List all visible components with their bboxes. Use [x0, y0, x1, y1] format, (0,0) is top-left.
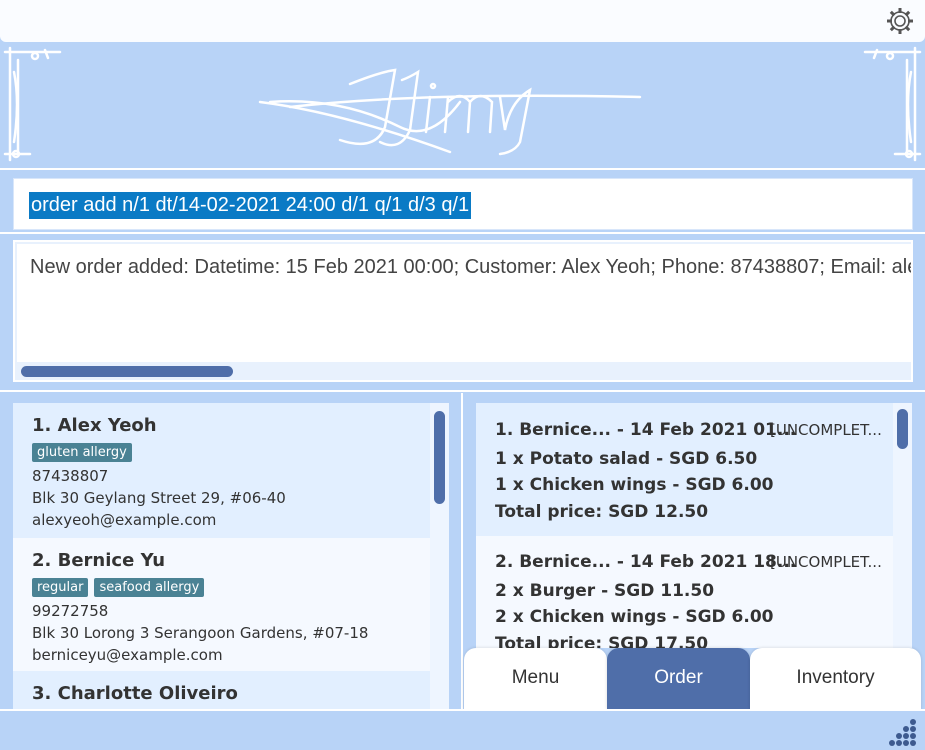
person-tags: gluten allergy — [32, 443, 132, 462]
resize-grip-icon[interactable] — [889, 716, 919, 746]
person-name: 3. Charlotte Oliveiro — [32, 683, 238, 704]
person-address: Blk 30 Geylang Street 29, #06-40 — [32, 489, 286, 507]
order-title: 2. Bernice... - 14 Feb 2021 18... — [495, 552, 797, 572]
banner-art — [3, 46, 922, 162]
tab-inventory[interactable]: Inventory — [750, 648, 921, 710]
order-list-scrollbar[interactable] — [897, 409, 908, 449]
person-name: 2. Bernice Yu — [32, 550, 166, 571]
person-tag: regular — [32, 578, 89, 597]
person-phone: 99272758 — [32, 602, 109, 620]
app-window: order add n/1 dt/14-02-2021 24:00 d/1 q/… — [0, 0, 925, 750]
order-total: Total price: SGD 12.50 — [495, 502, 709, 522]
command-area: order add n/1 dt/14-02-2021 24:00 d/1 q/… — [0, 168, 925, 234]
person-tags: regular seafood allergy — [32, 578, 205, 597]
person-phone: 87438807 — [32, 467, 109, 485]
person-card[interactable]: 2. Bernice Yu regular seafood allergy 99… — [13, 538, 430, 671]
command-text[interactable]: order add n/1 dt/14-02-2021 24:00 d/1 q/… — [29, 192, 472, 219]
order-status: [UNCOMPLET... — [770, 553, 882, 571]
result-display: New order added: Datetime: 15 Feb 2021 0… — [13, 240, 913, 382]
person-name: 1. Alex Yeoh — [32, 415, 157, 436]
order-card[interactable]: 1. Bernice... - 14 Feb 2021 01... [UNCOM… — [476, 403, 893, 536]
top-bar — [0, 0, 925, 42]
result-horizontal-scrollbar[interactable] — [21, 366, 233, 377]
tab-order[interactable]: Order — [607, 648, 750, 710]
result-message: New order added: Datetime: 15 Feb 2021 0… — [30, 256, 911, 278]
app-banner — [0, 42, 925, 168]
command-input[interactable]: order add n/1 dt/14-02-2021 24:00 d/1 q/… — [13, 178, 913, 230]
status-bar — [0, 709, 925, 750]
person-tag: seafood allergy — [94, 578, 205, 597]
person-address: Blk 30 Lorong 3 Serangoon Gardens, #07-1… — [32, 624, 369, 642]
result-area: New order added: Datetime: 15 Feb 2021 0… — [0, 234, 925, 392]
person-list: 1. Alex Yeoh gluten allergy 87438807 Blk… — [13, 403, 449, 709]
person-card[interactable]: 1. Alex Yeoh gluten allergy 87438807 Blk… — [13, 403, 430, 538]
panel-divider — [461, 393, 463, 709]
person-email: alexyeoh@example.com — [32, 511, 217, 529]
result-viewport: New order added: Datetime: 15 Feb 2021 0… — [17, 244, 911, 362]
order-list: 1. Bernice... - 14 Feb 2021 01... [UNCOM… — [476, 403, 912, 649]
person-tag: gluten allergy — [32, 443, 132, 462]
gear-icon[interactable] — [885, 6, 915, 36]
order-item: 2 x Chicken wings - SGD 6.00 — [495, 607, 774, 627]
order-item: 2 x Burger - SGD 11.50 — [495, 581, 715, 601]
person-email: berniceyu@example.com — [32, 646, 223, 664]
order-card[interactable]: 2. Bernice... - 14 Feb 2021 18... [UNCOM… — [476, 536, 893, 649]
order-item: 1 x Potato salad - SGD 6.50 — [495, 449, 758, 469]
tab-bar: Menu Order Inventory — [464, 648, 925, 710]
order-status: [UNCOMPLET... — [770, 421, 882, 439]
order-total: Total price: SGD 17.50 — [495, 634, 709, 649]
order-item: 1 x Chicken wings - SGD 6.00 — [495, 475, 774, 495]
tab-menu[interactable]: Menu — [464, 648, 607, 710]
person-card[interactable]: 3. Charlotte Oliveiro — [13, 671, 430, 709]
person-list-scrollbar[interactable] — [434, 411, 445, 504]
order-title: 1. Bernice... - 14 Feb 2021 01... — [495, 420, 797, 440]
